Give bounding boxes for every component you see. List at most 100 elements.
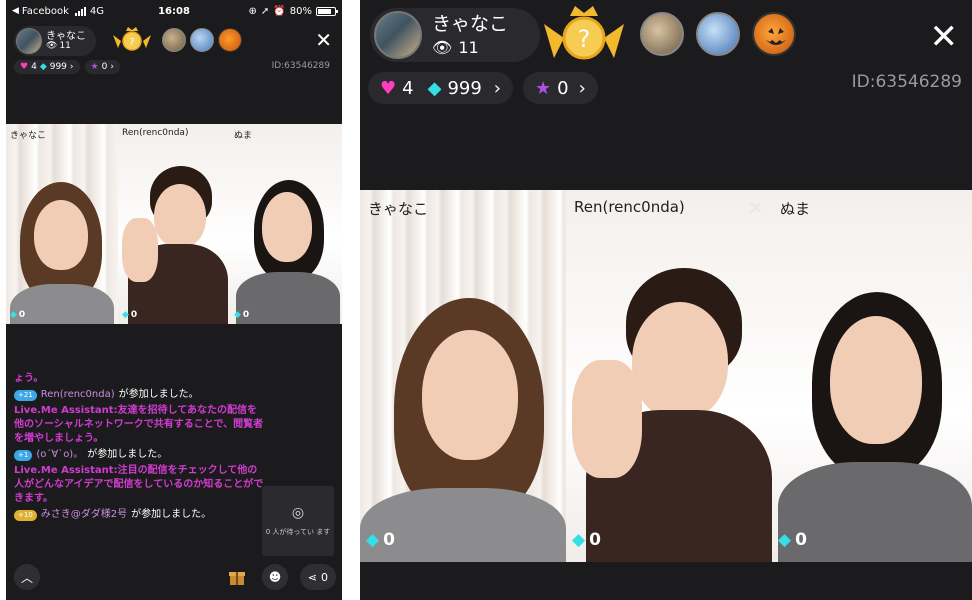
- close-icon[interactable]: ✕: [747, 196, 764, 220]
- pumpkin-badge-icon[interactable]: [752, 12, 796, 56]
- video-grid: きゃなこ ◆ 0 Ren(renc0nda) ✕ ◆ 0 ぬま ◆ 0: [360, 190, 972, 562]
- chevron-right-icon: ›: [69, 62, 74, 72]
- screenshot-root: ◀ Facebook 4G 16:08 ⊕ ➚ ⏰ 80% きゃなこ 👁11: [0, 0, 972, 600]
- chevron-up-icon[interactable]: ︿: [14, 564, 40, 590]
- back-app-label: Facebook: [21, 5, 69, 17]
- star-icon: ★: [535, 77, 552, 99]
- chat-join-text: が参加しました。: [87, 449, 168, 460]
- participant-diamonds: 0: [589, 530, 601, 550]
- participant-diamonds: 0: [18, 310, 26, 320]
- chat-username[interactable]: (o´∀`o)。: [36, 448, 83, 462]
- share-button[interactable]: ⋖ 0: [299, 564, 336, 590]
- status-right: ⊕ ➚ ⏰ 80%: [248, 5, 338, 17]
- viewer-avatar-2[interactable]: [190, 28, 214, 52]
- battery-icon: [316, 6, 338, 16]
- video-tile-2[interactable]: Ren(renc0nda) ◆ 0: [118, 124, 230, 324]
- viewer-avatar-1[interactable]: [640, 12, 684, 56]
- network-type: 4G: [89, 5, 105, 17]
- chat-username[interactable]: みさき@ダダ様2号: [41, 508, 127, 522]
- gift-stats-chip[interactable]: ♥ 4 ◆ 999 ›: [14, 60, 80, 74]
- crown-icon[interactable]: ?: [110, 24, 154, 54]
- diamond-icon: ◆: [39, 62, 47, 72]
- star-stats-chip[interactable]: ★ 0 ›: [523, 72, 598, 104]
- back-arrow-icon: ◀: [12, 6, 19, 16]
- video-tile-3[interactable]: ぬま ◆ 0: [772, 190, 972, 562]
- chat-join-message: +21 Ren(renc0nda) が参加しました。: [14, 388, 264, 402]
- chat-join-message: +10 みさき@ダダ様2号 が参加しました。: [14, 508, 264, 522]
- rings-icon: ◎: [291, 505, 305, 521]
- chat-log: ょう。 +21 Ren(renc0nda) が参加しました。 Live.Me A…: [14, 372, 264, 524]
- diamond-icon: ◆: [122, 310, 129, 320]
- waiting-count-text: 0 人が待ってい ます: [265, 528, 331, 536]
- back-to-app[interactable]: ◀ Facebook: [12, 6, 69, 17]
- participant-diamonds: 0: [383, 530, 395, 550]
- gift-icon[interactable]: [224, 564, 250, 590]
- pumpkin-badge-icon[interactable]: [218, 28, 242, 52]
- participant-name: きゃなこ: [368, 200, 429, 218]
- battery-percent: 80%: [289, 5, 312, 17]
- waiting-guests-panel[interactable]: ◎ 0 人が待ってい ます: [262, 486, 334, 556]
- video-tile-1[interactable]: きゃなこ ◆ 0: [360, 190, 566, 562]
- status-bar: ◀ Facebook 4G 16:08 ⊕ ➚ ⏰ 80%: [6, 0, 342, 22]
- video-tile-1[interactable]: きゃなこ ◆ 0: [6, 124, 118, 324]
- star-icon: ★: [90, 62, 99, 72]
- diamond-icon: ◆: [572, 530, 586, 550]
- chevron-right-icon: ›: [110, 62, 114, 72]
- bottom-toolbar: ︿ ☻ ⋖ 0: [6, 556, 342, 600]
- participant-name: きゃなこ: [10, 131, 47, 141]
- heart-icon: ♥: [20, 62, 29, 72]
- svg-text:?: ?: [578, 25, 591, 53]
- video-tile-3[interactable]: ぬま ◆ 0: [230, 124, 342, 324]
- diamond-count: 999: [49, 62, 67, 72]
- level-badge: +21: [14, 389, 37, 401]
- diamond-count: 999: [447, 77, 482, 99]
- chat-message: Live.Me Assistant:友達を招待してあなたの配信を他のソーシャルネ…: [14, 405, 264, 444]
- host-avatar[interactable]: [16, 28, 42, 54]
- mask-icon[interactable]: ☻: [262, 564, 288, 590]
- diamond-icon: ◆: [778, 530, 792, 550]
- viewer-count: 11: [458, 37, 479, 57]
- close-icon[interactable]: ✕: [930, 20, 959, 54]
- eye-icon: 👁: [432, 37, 453, 57]
- video-tile-2[interactable]: Ren(renc0nda) ✕ ◆ 0: [566, 190, 772, 562]
- heart-icon: ♥: [380, 77, 397, 99]
- gift-stats-chip[interactable]: ♥ 4 ◆ 999 ›: [368, 72, 513, 104]
- eye-icon: 👁: [46, 40, 58, 51]
- phone-screen-zoomed: きゃなこ 👁 11 ? ✕ ♥ 4 ◆ 999 › ★ 0 › ID:63546…: [360, 0, 972, 600]
- phone-screen-small: ◀ Facebook 4G 16:08 ⊕ ➚ ⏰ 80% きゃなこ 👁11: [6, 0, 342, 600]
- location-icon: ⊕: [248, 5, 257, 17]
- viewer-avatar-2[interactable]: [696, 12, 740, 56]
- svg-text:?: ?: [129, 37, 134, 48]
- viewer-avatar-1[interactable]: [162, 28, 186, 52]
- participant-name: Ren(renc0nda): [574, 198, 685, 216]
- diamond-icon: ◆: [10, 310, 17, 320]
- share-count: 0: [321, 570, 328, 584]
- host-avatar[interactable]: [374, 11, 422, 59]
- level-badge: +10: [14, 509, 37, 521]
- participant-diamonds: 0: [795, 530, 807, 550]
- stats-row: ♥ 4 ◆ 999 › ★ 0 ›: [14, 60, 120, 74]
- diamond-icon: ◆: [234, 310, 241, 320]
- star-count: 0: [101, 62, 108, 72]
- level-badge: +1: [14, 449, 33, 461]
- viewer-count: 11: [59, 40, 71, 51]
- crown-icon[interactable]: ?: [542, 4, 626, 64]
- host-info-pill[interactable]: きゃなこ 👁 11: [14, 26, 96, 56]
- room-id: ID:63546289: [271, 61, 330, 71]
- host-info-pill[interactable]: きゃなこ 👁 11: [370, 8, 540, 62]
- room-id: ID:63546289: [851, 72, 962, 92]
- chat-username[interactable]: Ren(renc0nda): [41, 388, 115, 402]
- stats-row: ♥ 4 ◆ 999 › ★ 0 ›: [368, 72, 598, 104]
- video-grid: きゃなこ ◆ 0 Ren(renc0nda) ◆ 0 ぬま ◆ 0: [6, 124, 342, 324]
- close-icon[interactable]: ✕: [315, 30, 332, 50]
- heart-count: 4: [31, 62, 37, 72]
- star-count: 0: [557, 77, 569, 99]
- chat-message: Live.Me Assistant:注目の配信をチェックして他の人がどんなアイデ…: [14, 465, 264, 504]
- host-name: きゃなこ: [46, 30, 86, 42]
- arrow-icon: ➚: [260, 5, 270, 17]
- participant-name: Ren(renc0nda): [122, 128, 189, 138]
- star-stats-chip[interactable]: ★ 0 ›: [84, 60, 120, 74]
- chat-join-text: が参加しました。: [131, 509, 212, 520]
- diamond-icon: ◆: [366, 530, 380, 550]
- participant-name: ぬま: [234, 131, 253, 141]
